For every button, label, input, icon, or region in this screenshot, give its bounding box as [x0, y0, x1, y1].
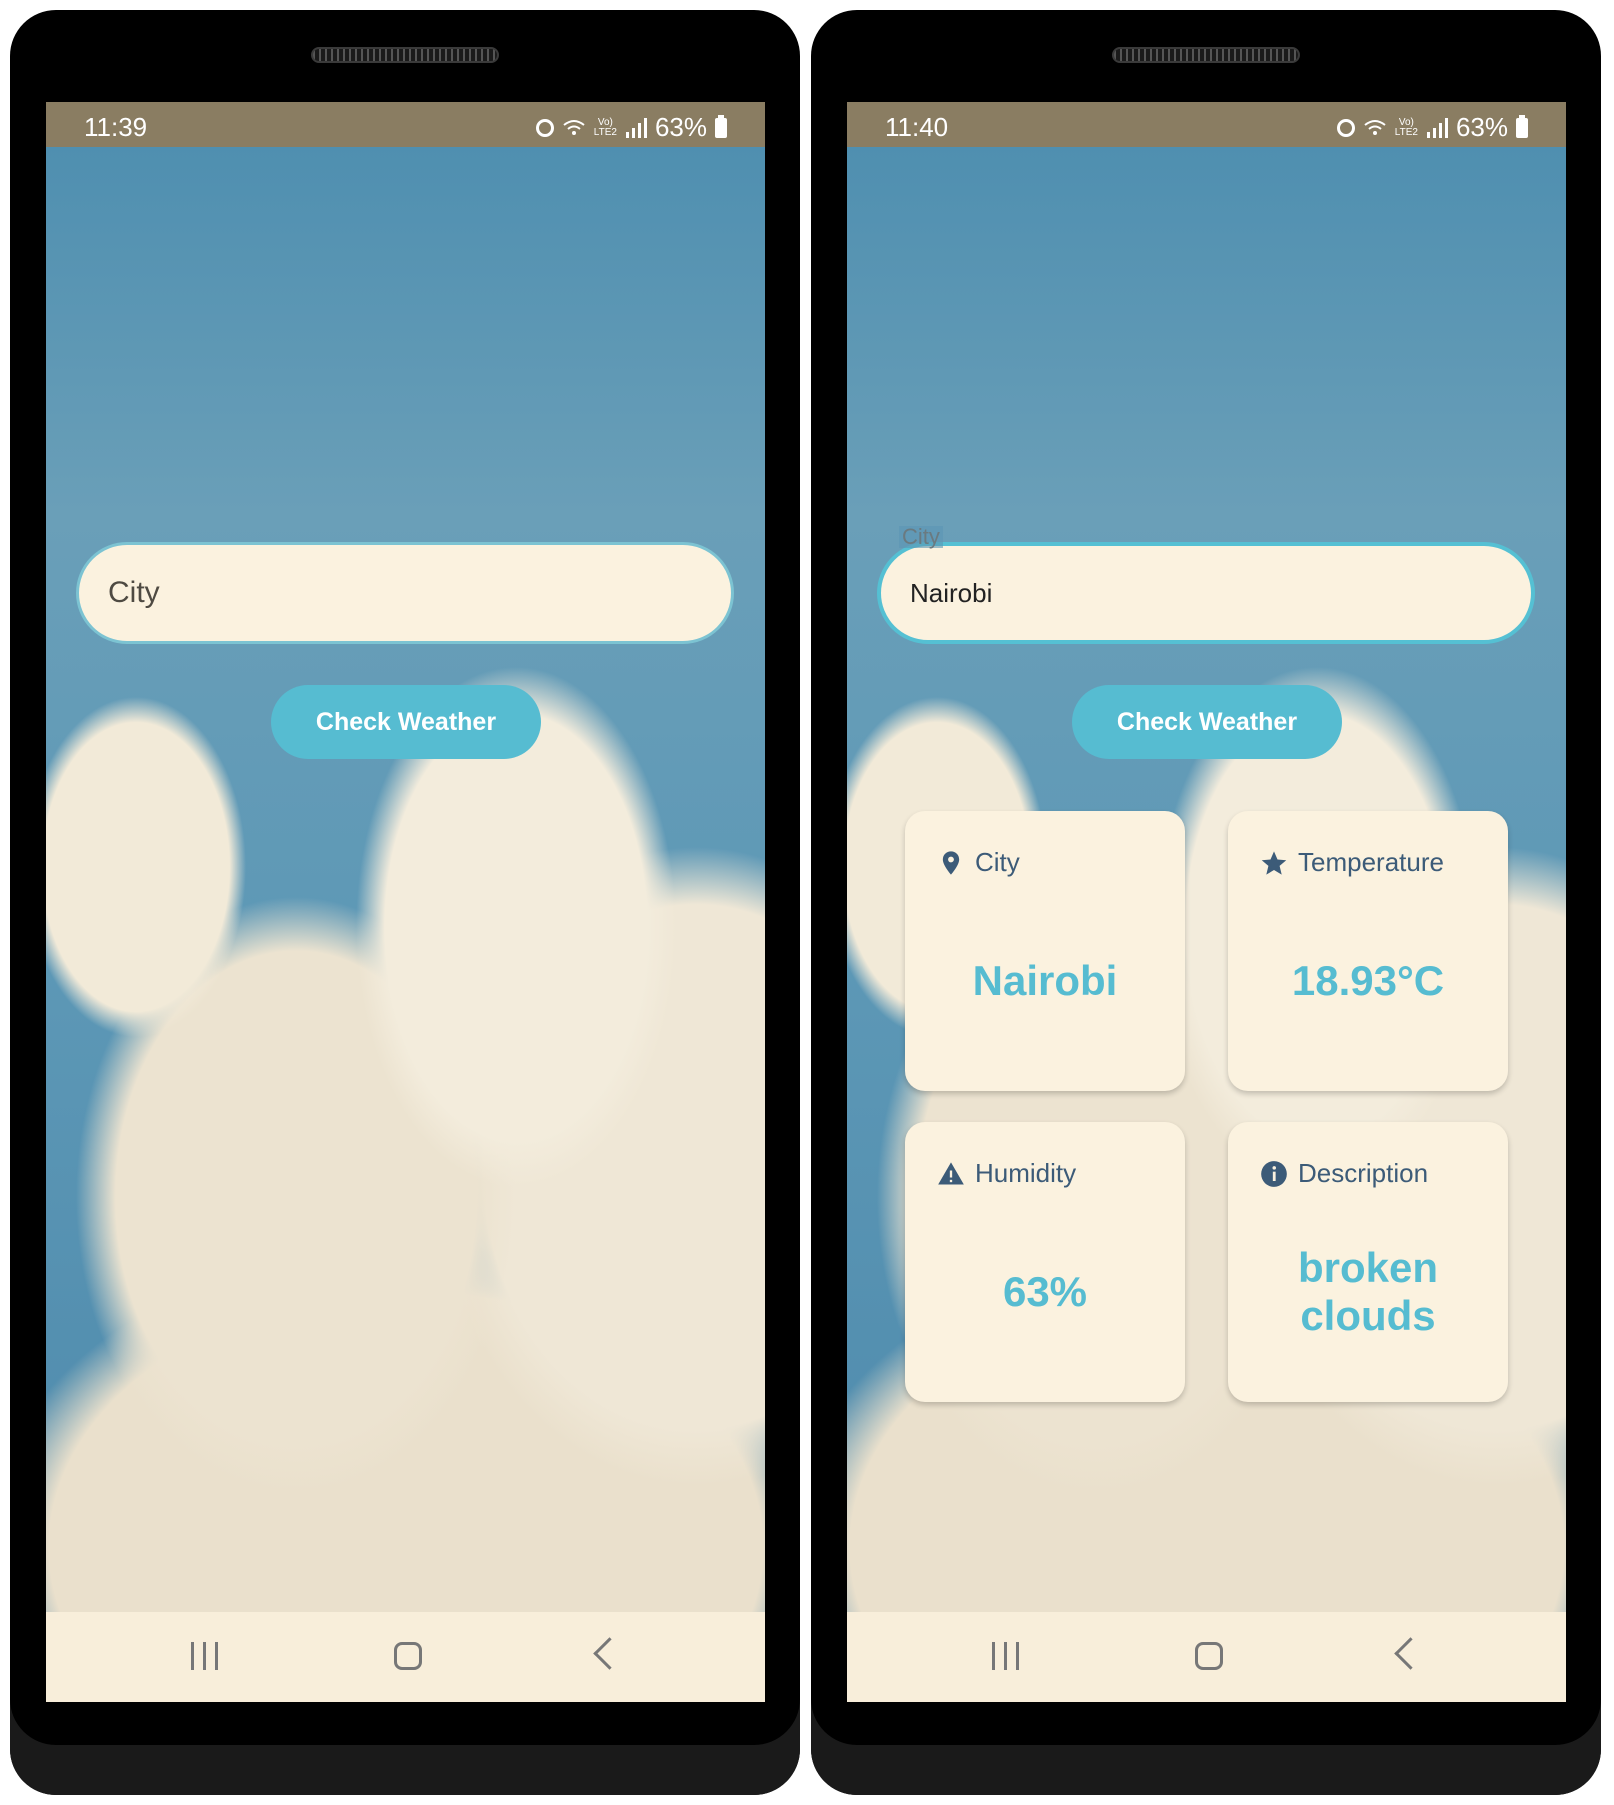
- home-icon[interactable]: [394, 1642, 422, 1670]
- city-card: City Nairobi: [905, 811, 1185, 1091]
- card-value: 18.93°C: [1291, 957, 1445, 1004]
- city-input-value: Nairobi: [910, 577, 993, 608]
- battery-icon: [715, 114, 727, 138]
- status-time: 11:39: [84, 112, 148, 142]
- card-value: Nairobi: [972, 957, 1118, 1004]
- phone-frame-left: 11:39 Vo) LTE2 63% City Check Weather: [10, 10, 800, 1795]
- card-header: Description: [1260, 1158, 1428, 1189]
- earpiece-speaker: [1112, 47, 1300, 63]
- card-value: 63%: [1002, 1268, 1088, 1315]
- temperature-card: Temperature 18.93°C: [1228, 811, 1508, 1091]
- card-header: City: [937, 847, 1020, 878]
- status-bar: 11:40 Vo) LTE2 63%: [847, 102, 1566, 147]
- wifi-icon: [1364, 119, 1386, 135]
- recent-apps-icon[interactable]: [992, 1640, 1022, 1670]
- battery-percent: 63%: [654, 112, 707, 142]
- earpiece-speaker: [311, 47, 499, 63]
- back-icon[interactable]: [1394, 1637, 1427, 1670]
- status-icons: Vo) LTE2 63%: [1336, 112, 1528, 143]
- star-icon: [1261, 850, 1287, 875]
- city-input[interactable]: City: [76, 542, 734, 644]
- check-weather-button[interactable]: Check Weather: [271, 685, 541, 759]
- card-label: Temperature: [1298, 847, 1444, 877]
- signal-icon: [625, 117, 647, 138]
- back-icon[interactable]: [593, 1637, 626, 1670]
- city-input-label: City: [899, 526, 943, 548]
- card-value: broken clouds: [1297, 1244, 1439, 1339]
- alarm-icon: [1336, 118, 1355, 137]
- navigation-bar: [847, 1612, 1566, 1702]
- card-label: Description: [1298, 1158, 1429, 1188]
- card-label: City: [975, 847, 1020, 877]
- status-icons: Vo) LTE2 63%: [535, 112, 727, 143]
- recent-apps-icon[interactable]: [191, 1640, 221, 1670]
- alarm-icon: [535, 118, 554, 137]
- description-card: Description broken clouds: [1228, 1122, 1508, 1402]
- city-placeholder: City: [108, 576, 160, 609]
- location-pin-icon: [942, 850, 960, 875]
- phone-frame-right: 11:40 Vo) LTE2 63% Nairobi City Check Wea…: [811, 10, 1601, 1795]
- card-header: Temperature: [1260, 847, 1444, 878]
- navigation-bar: [46, 1612, 765, 1702]
- screen-right: 11:40 Vo) LTE2 63% Nairobi City Check Wea…: [847, 102, 1566, 1702]
- city-input[interactable]: Nairobi: [877, 542, 1535, 644]
- volte-icon: Vo) LTE2: [593, 116, 617, 138]
- check-weather-button[interactable]: Check Weather: [1072, 685, 1342, 759]
- battery-percent: 63%: [1455, 112, 1508, 142]
- status-bar: 11:39 Vo) LTE2 63%: [46, 102, 765, 147]
- battery-icon: [1516, 114, 1528, 138]
- warning-icon: [938, 1161, 964, 1184]
- sky-background: [46, 147, 765, 1612]
- info-icon: [1261, 1160, 1287, 1187]
- status-time: 11:40: [885, 112, 949, 142]
- card-header: Humidity: [937, 1158, 1076, 1189]
- screen-left: 11:39 Vo) LTE2 63% City Check Weather: [46, 102, 765, 1702]
- signal-icon: [1426, 117, 1448, 138]
- volte-icon: Vo) LTE2: [1394, 116, 1418, 138]
- wifi-icon: [563, 119, 585, 135]
- humidity-card: Humidity 63%: [905, 1122, 1185, 1402]
- card-label: Humidity: [975, 1158, 1077, 1188]
- home-icon[interactable]: [1195, 1642, 1223, 1670]
